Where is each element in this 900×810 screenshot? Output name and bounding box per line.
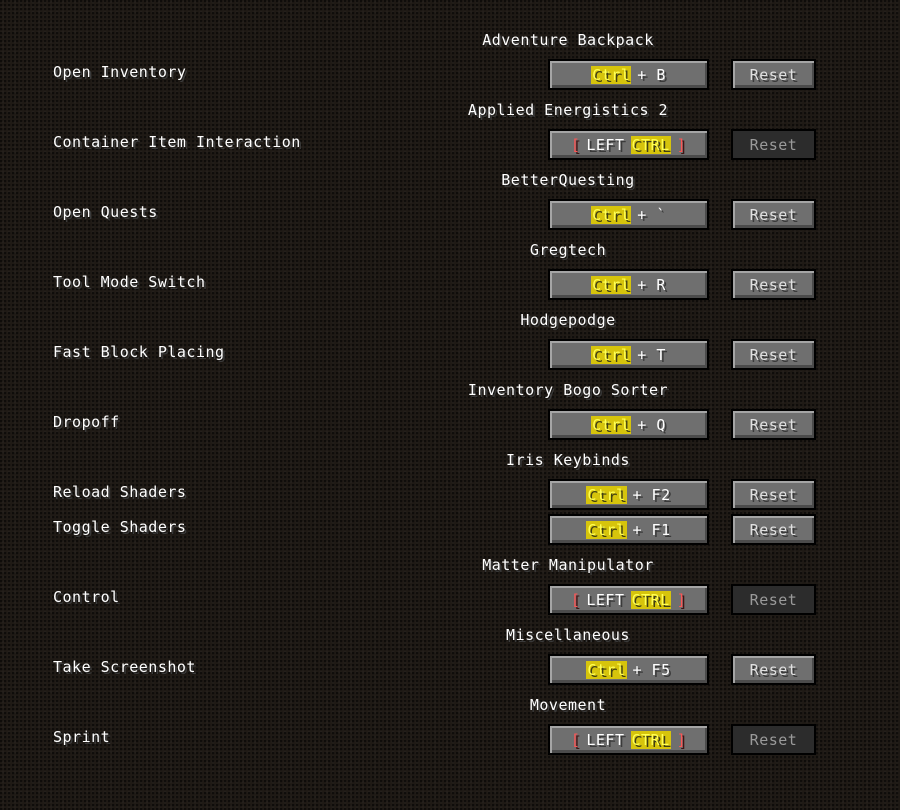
modifier-key: Ctrl [586, 485, 627, 504]
key-name: LEFT [586, 135, 625, 154]
key-name: + F5 [632, 660, 671, 679]
category-header-applied-energistics-2: Applied Energistics 2 [467, 101, 669, 119]
category-header-matter-manipulator: Matter Manipulator [482, 556, 654, 574]
key-name: + Q [637, 415, 666, 434]
category-header-miscellaneous: Miscellaneous [506, 626, 630, 644]
reset-button[interactable]: Reset [731, 129, 816, 160]
modifier-key: Ctrl [591, 65, 632, 84]
conflict-bracket-open: [ [570, 730, 581, 749]
category-header-inventory-bogo-sorter: Inventory Bogo Sorter [467, 381, 669, 399]
keybind-label: Sprint [53, 728, 111, 746]
reset-button[interactable]: Reset [731, 409, 816, 440]
keybind-label: Toggle Shaders [53, 518, 187, 536]
conflict-bracket-close: ] [676, 135, 687, 154]
modifier-key: CTRL [630, 135, 671, 154]
key-name: + F2 [632, 485, 671, 504]
modifier-key: Ctrl [586, 520, 627, 539]
keybind-button[interactable]: Ctrl + F1 [548, 514, 709, 545]
modifier-key: Ctrl [591, 205, 632, 224]
conflict-bracket-close: ] [676, 730, 687, 749]
keybind-button[interactable]: [ LEFT CTRL] [548, 129, 709, 160]
category-header-movement: Movement [529, 696, 607, 714]
keybind-button[interactable]: Ctrl + ` [548, 199, 709, 230]
keybind-button[interactable]: [ LEFT CTRL] [548, 584, 709, 615]
modifier-key: CTRL [630, 590, 671, 609]
conflict-bracket-open: [ [570, 590, 581, 609]
key-name: + T [637, 345, 666, 364]
reset-button[interactable]: Reset [731, 269, 816, 300]
key-name: + B [637, 65, 666, 84]
keybind-button[interactable]: Ctrl + B [548, 59, 709, 90]
reset-button[interactable]: Reset [731, 479, 816, 510]
keybind-button[interactable]: [ LEFT CTRL] [548, 724, 709, 755]
keybind-button[interactable]: Ctrl + Q [548, 409, 709, 440]
conflict-bracket-open: [ [570, 135, 581, 154]
modifier-key: Ctrl [591, 415, 632, 434]
keybind-label: Reload Shaders [53, 483, 187, 501]
modifier-key: CTRL [630, 730, 671, 749]
category-header-gregtech: Gregtech [529, 241, 607, 259]
category-header-hodgepodge: Hodgepodge [520, 311, 616, 329]
reset-button[interactable]: Reset [731, 584, 816, 615]
key-name: + R [637, 275, 666, 294]
reset-button[interactable]: Reset [731, 199, 816, 230]
key-name: LEFT [586, 730, 625, 749]
reset-button[interactable]: Reset [731, 514, 816, 545]
keybind-button[interactable]: Ctrl + F5 [548, 654, 709, 685]
modifier-key: Ctrl [591, 275, 632, 294]
reset-button[interactable]: Reset [731, 724, 816, 755]
keybind-label: Open Quests [53, 203, 158, 221]
keybind-label: Dropoff [53, 413, 120, 431]
key-name: + F1 [632, 520, 671, 539]
keybind-label: Fast Block Placing [53, 343, 225, 361]
keybind-label: Open Inventory [53, 63, 187, 81]
keybind-label: Take Screenshot [53, 658, 196, 676]
keybind-label: Container Item Interaction [53, 133, 301, 151]
category-header-adventure-backpack: Adventure Backpack [482, 31, 654, 49]
reset-button[interactable]: Reset [731, 654, 816, 685]
category-header-betterquesting: BetterQuesting [501, 171, 635, 189]
conflict-bracket-close: ] [676, 590, 687, 609]
key-name: LEFT [586, 590, 625, 609]
category-header-iris-keybinds: Iris Keybinds [506, 451, 630, 469]
keybind-button[interactable]: Ctrl + R [548, 269, 709, 300]
modifier-key: Ctrl [591, 345, 632, 364]
reset-button[interactable]: Reset [731, 59, 816, 90]
reset-button[interactable]: Reset [731, 339, 816, 370]
keybind-button[interactable]: Ctrl + T [548, 339, 709, 370]
keybind-label: Tool Mode Switch [53, 273, 206, 291]
key-name: + ` [637, 205, 666, 224]
keybind-label: Control [53, 588, 120, 606]
keybind-button[interactable]: Ctrl + F2 [548, 479, 709, 510]
modifier-key: Ctrl [586, 660, 627, 679]
